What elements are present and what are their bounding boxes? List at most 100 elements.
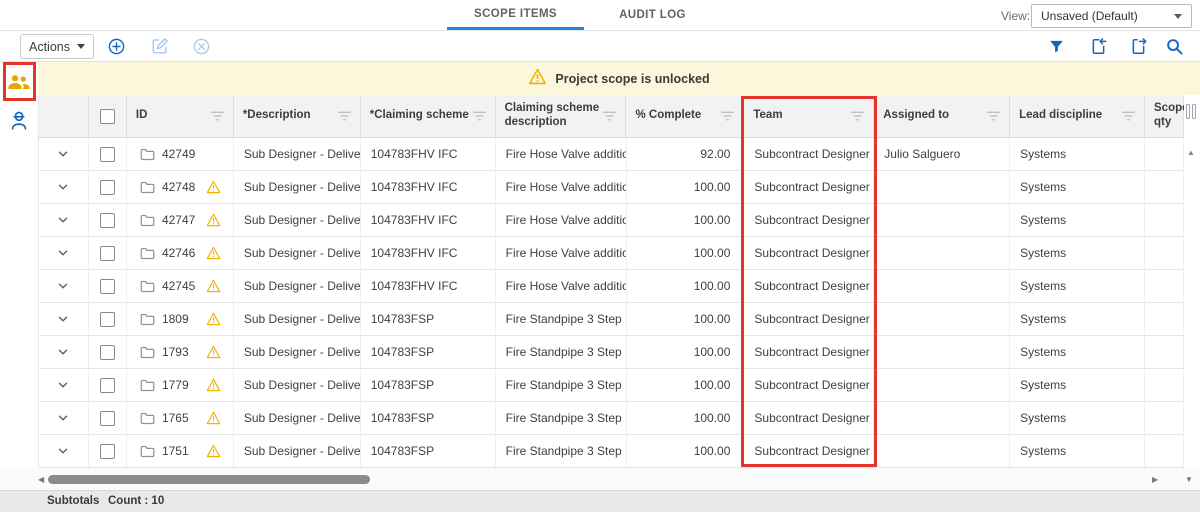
row-expander[interactable] xyxy=(39,237,89,269)
scroll-up-icon[interactable]: ▲ xyxy=(1187,148,1195,157)
column-header-claiming_scheme_description[interactable]: Claiming scheme description xyxy=(496,95,627,137)
column-filter-icon[interactable] xyxy=(721,111,734,121)
item-id: 1779 xyxy=(162,378,189,392)
row-expander[interactable] xyxy=(39,171,89,203)
row-expander[interactable] xyxy=(39,435,89,467)
import-icon[interactable] xyxy=(1088,36,1108,56)
tab-bar: SCOPE ITEMS AUDIT LOG View: Unsaved (Def… xyxy=(0,0,1200,31)
cell-description: Sub Designer - Delive… xyxy=(234,402,361,434)
row-expander[interactable] xyxy=(39,402,89,434)
column-filter-icon[interactable] xyxy=(603,111,616,121)
column-label: Claiming scheme description xyxy=(505,102,601,130)
column-header-scope_qty[interactable]: Scope qty xyxy=(1145,95,1184,137)
column-filter-icon[interactable] xyxy=(338,111,351,121)
toolbar: Actions xyxy=(0,31,1200,62)
scope-items-page: SCOPE ITEMS AUDIT LOG View: Unsaved (Def… xyxy=(0,0,1200,525)
table-row: 42748Sub Designer - Delive…104783FHV IFC… xyxy=(39,171,1184,204)
add-icon[interactable] xyxy=(106,36,126,56)
select-all-checkbox[interactable] xyxy=(100,109,115,124)
column-header-select-all[interactable] xyxy=(89,95,127,137)
cell-lead_discipline: Systems xyxy=(1010,303,1145,335)
grid-body: 42749 Sub Designer - Delive… 104783FHV IFC… xyxy=(39,138,1184,468)
column-header-assigned_to[interactable]: Assigned to xyxy=(874,95,1010,137)
column-label: Assigned to xyxy=(883,109,949,123)
column-header-team[interactable]: Team xyxy=(744,95,874,137)
column-header-description[interactable]: *Description xyxy=(234,95,361,137)
column-header-pct_complete[interactable]: % Complete xyxy=(626,95,744,137)
cell-lead_discipline: Systems xyxy=(1010,138,1145,170)
search-icon[interactable] xyxy=(1164,36,1184,56)
scroll-left-icon[interactable]: ◀ xyxy=(38,475,44,484)
column-resize-icon[interactable] xyxy=(1186,104,1196,119)
cell-id: 1809 xyxy=(127,303,234,335)
column-header-id[interactable]: ID xyxy=(127,95,234,137)
column-filter-icon[interactable] xyxy=(1122,111,1135,121)
column-filter-icon[interactable] xyxy=(473,111,486,121)
cell-scope_qty xyxy=(1145,171,1184,203)
cancel-icon[interactable] xyxy=(191,36,211,56)
resource-person-icon[interactable] xyxy=(8,110,30,132)
item-id: 42749 xyxy=(162,147,195,161)
edit-icon[interactable] xyxy=(150,36,170,56)
filter-icon[interactable] xyxy=(1046,36,1066,56)
horizontal-scrollbar[interactable]: ◀ ▶ ▼ xyxy=(0,468,1200,490)
cell-claiming_scheme_description: Fire Hose Valve additio… xyxy=(496,138,627,170)
cell-assigned_to xyxy=(874,336,1010,368)
scrollbar-thumb[interactable] xyxy=(48,475,370,484)
cell-claiming_scheme_description: Fire Standpipe 3 Step xyxy=(496,303,627,335)
column-label: Lead discipline xyxy=(1019,109,1102,123)
table-row: 1751Sub Designer - Delive…104783FSPFire … xyxy=(39,435,1184,468)
tab-audit-log[interactable]: AUDIT LOG xyxy=(584,0,721,30)
column-filter-icon[interactable] xyxy=(211,111,224,121)
table-row: 42745Sub Designer - Delive…104783FHV IFC… xyxy=(39,270,1184,303)
row-expander[interactable] xyxy=(39,336,89,368)
row-checkbox[interactable] xyxy=(89,402,127,434)
row-expander[interactable] xyxy=(39,303,89,335)
cell-team: Subcontract Designer xyxy=(744,270,874,302)
cell-team: Subcontract Designer xyxy=(744,204,874,236)
export-icon[interactable] xyxy=(1128,36,1148,56)
cell-claiming_scheme: 104783FSP xyxy=(361,336,496,368)
view-dropdown[interactable]: Unsaved (Default) xyxy=(1031,4,1192,28)
table-row: 42747Sub Designer - Delive…104783FHV IFC… xyxy=(39,204,1184,237)
column-filter-icon[interactable] xyxy=(987,111,1000,121)
cell-scope_qty xyxy=(1145,435,1184,467)
column-filter-icon[interactable] xyxy=(851,111,864,121)
row-expander[interactable] xyxy=(39,369,89,401)
row-checkbox[interactable] xyxy=(89,171,127,203)
row-count: Count : 10 xyxy=(108,495,164,507)
row-expander[interactable] xyxy=(39,138,89,170)
cell-assigned_to xyxy=(874,204,1010,236)
scroll-down-icon[interactable]: ▼ xyxy=(1185,475,1193,484)
row-checkbox[interactable] xyxy=(89,237,127,269)
cell-claiming_scheme: 104783FSP xyxy=(361,435,496,467)
folder-icon xyxy=(140,346,155,359)
row-checkbox[interactable] xyxy=(89,270,127,302)
cell-pct_complete: 100.00 xyxy=(627,237,745,269)
item-id: 1751 xyxy=(162,444,189,458)
team-icon[interactable] xyxy=(7,70,31,94)
tab-scope-items[interactable]: SCOPE ITEMS xyxy=(447,0,584,30)
column-header-claiming_scheme[interactable]: *Claiming scheme xyxy=(361,95,496,137)
cell-id: 42746 xyxy=(127,237,234,269)
cell-pct_complete: 100.00 xyxy=(627,402,745,434)
row-checkbox[interactable] xyxy=(89,303,127,335)
column-header-lead_discipline[interactable]: Lead discipline xyxy=(1010,95,1145,137)
tab-label: SCOPE ITEMS xyxy=(474,8,557,20)
item-id: 42747 xyxy=(162,213,195,227)
cell-scope_qty xyxy=(1145,303,1184,335)
row-checkbox[interactable] xyxy=(89,435,127,467)
row-checkbox[interactable] xyxy=(89,336,127,368)
vertical-scrollbar[interactable]: ▲ xyxy=(1184,95,1200,468)
row-checkbox[interactable] xyxy=(89,138,127,170)
row-expander[interactable] xyxy=(39,270,89,302)
row-checkbox[interactable] xyxy=(89,204,127,236)
cell-scope_qty xyxy=(1145,237,1184,269)
actions-button[interactable]: Actions xyxy=(20,34,94,59)
cell-description: Sub Designer - Delive… xyxy=(234,369,361,401)
row-checkbox[interactable] xyxy=(89,369,127,401)
cell-claiming_scheme: 104783FHV IFC xyxy=(361,204,496,236)
scroll-right-icon[interactable]: ▶ xyxy=(1152,475,1158,484)
row-expander[interactable] xyxy=(39,204,89,236)
cell-claiming_scheme_description: Fire Standpipe 3 Step xyxy=(496,336,627,368)
